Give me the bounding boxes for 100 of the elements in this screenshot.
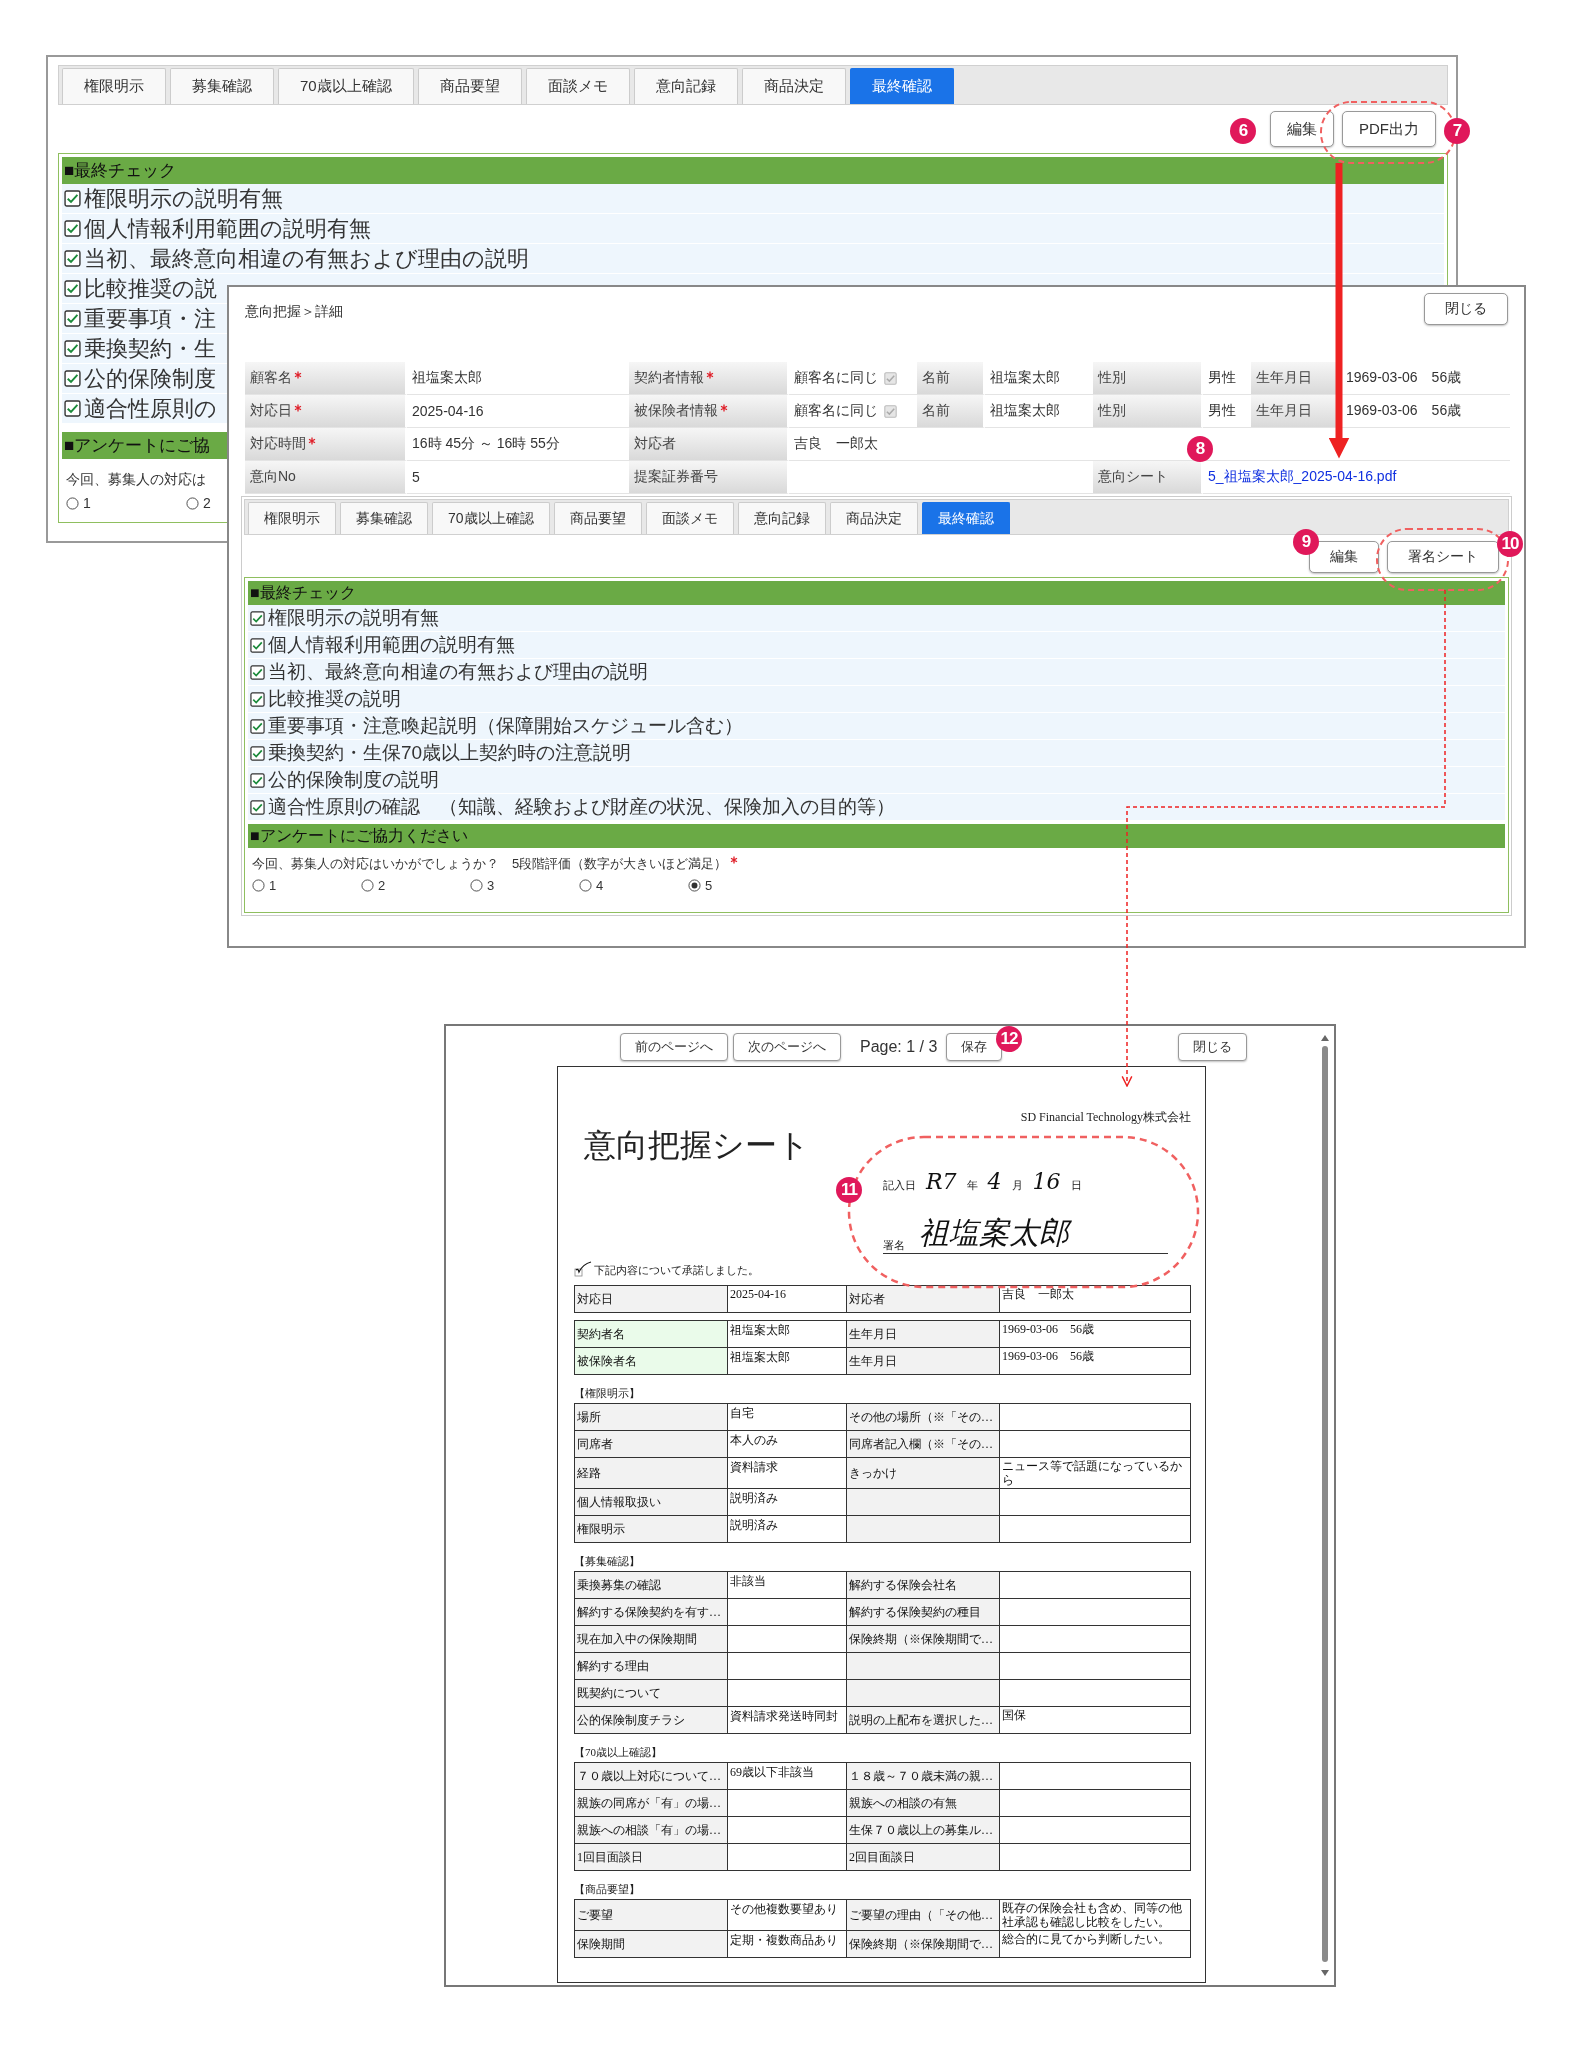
company-name: SD Financial Technology株式会社 xyxy=(1019,1109,1191,1125)
checkbox[interactable] xyxy=(64,220,81,237)
table-label-cell: 対応日 xyxy=(574,1285,728,1313)
close-button[interactable]: 閉じる xyxy=(1424,293,1508,325)
table-cell: 国保 xyxy=(999,1706,1191,1734)
checkbox[interactable] xyxy=(64,310,81,327)
table-cell: 資料請求発送時同封 xyxy=(727,1706,847,1734)
checkbox[interactable] xyxy=(64,370,81,387)
tab[interactable]: 権限明示 xyxy=(62,68,166,104)
required-mark-icon xyxy=(706,371,714,379)
tab[interactable]: 面談メモ xyxy=(645,502,734,534)
checkbox-label: 顧客名に同じ xyxy=(794,369,878,387)
field-label: 名前 xyxy=(922,369,950,387)
section-title: 【権限明示】 xyxy=(574,1386,641,1400)
previous-page-button[interactable]: 前のページへ xyxy=(620,1033,728,1061)
field-label: 性別 xyxy=(1098,369,1126,387)
tab[interactable]: 商品要望 xyxy=(553,502,642,534)
handwritten-month: 4 xyxy=(987,1169,1002,1194)
tab[interactable]: 商品要望 xyxy=(417,68,522,104)
action-button[interactable]: 編集 xyxy=(1270,111,1334,147)
check-item-label: 当初、最終意向相違の有無および理由の説明 xyxy=(84,244,529,273)
table-cell: 総合的に見てから判断したい。 xyxy=(999,1930,1191,1958)
tab[interactable]: 権限明示 xyxy=(248,502,336,534)
tab[interactable]: 最終確認 xyxy=(849,68,954,104)
check-item-label: 重要事項・注意喚起説明（保障開始スケジュール含む） xyxy=(268,714,743,738)
table-label-cell: 説明の上配布を選択した… xyxy=(846,1706,1000,1734)
section-header: ■最終チェック xyxy=(62,157,1444,184)
tab[interactable]: 面談メモ xyxy=(525,68,630,104)
table-cell: ニュース等で話題になっているから xyxy=(999,1457,1191,1489)
tab[interactable]: 募集確認 xyxy=(340,502,428,534)
table-cell: 祖塩案太郎 xyxy=(727,1320,847,1348)
checkbox[interactable] xyxy=(250,799,265,815)
checkbox[interactable] xyxy=(574,1260,594,1278)
table-label-cell: 乗換募集の確認 xyxy=(574,1571,728,1599)
check-item-label: 権限明示の説明有無 xyxy=(268,606,439,630)
table-cell: 非該当 xyxy=(727,1571,847,1599)
section-title: 【70歳以上確認】 xyxy=(574,1745,663,1759)
tab[interactable]: 商品決定 xyxy=(829,502,918,534)
tab[interactable]: 70歳以上確認 xyxy=(432,502,550,534)
tab[interactable]: 最終確認 xyxy=(921,502,1010,534)
radio-button[interactable] xyxy=(470,879,483,892)
radio-button[interactable] xyxy=(361,879,374,892)
field-value: 1969-03-06 56歳 xyxy=(1341,395,1510,428)
check-item-label: 乗換契約・生 xyxy=(84,334,216,363)
document-title: 意向把握シート xyxy=(583,1126,811,1165)
tab[interactable]: 募集確認 xyxy=(170,68,274,104)
required-mark-icon xyxy=(294,404,302,412)
table-cell: 自宅 xyxy=(727,1403,847,1431)
action-button[interactable]: PDF出力 xyxy=(1342,111,1436,147)
table-cell: 資料請求 xyxy=(727,1457,847,1489)
field-label: 意向No xyxy=(250,468,296,486)
table-label-cell: 親族の同席が「有」の場… xyxy=(574,1789,728,1817)
radio-button[interactable] xyxy=(688,879,701,892)
checkbox[interactable] xyxy=(64,280,81,297)
table-label-cell: 1回目面談日 xyxy=(574,1843,728,1871)
tab[interactable]: 70歳以上確認 xyxy=(278,68,414,104)
checkbox[interactable] xyxy=(250,772,265,788)
checkbox[interactable] xyxy=(64,190,81,207)
close-button[interactable]: 閉じる xyxy=(1178,1033,1247,1061)
action-button[interactable]: 署名シート xyxy=(1387,541,1499,573)
radio-button[interactable] xyxy=(252,879,265,892)
table-label-cell: 保険期間 xyxy=(574,1930,728,1958)
table-cell: 吉良 一郎太 xyxy=(999,1285,1191,1313)
checkbox[interactable] xyxy=(250,718,265,734)
handwritten-year: R7 xyxy=(926,1169,957,1194)
checkbox[interactable] xyxy=(250,664,265,680)
table-label-cell: 保険終期（※保険期間で… xyxy=(846,1930,1000,1958)
checkbox[interactable] xyxy=(250,691,265,707)
table-cell: 祖塩案太郎 xyxy=(727,1347,847,1375)
table-label-cell: 現在加入中の保険期間 xyxy=(574,1625,728,1653)
table-label-cell: ご要望の理由（「その他… xyxy=(846,1899,1000,1931)
table-cell: 定期・複数商品あり xyxy=(727,1930,847,1958)
handwritten-day: 16 xyxy=(1032,1169,1061,1194)
next-page-button[interactable]: 次のページへ xyxy=(733,1033,841,1061)
required-mark-icon xyxy=(730,856,739,864)
checkbox[interactable] xyxy=(64,400,81,417)
check-item-label: 適合性原則の確認 （知識、経験および財産の状況、保険加入の目的等） xyxy=(268,795,895,819)
tab[interactable]: 意向記録 xyxy=(737,502,826,534)
table-label-cell: 生年月日 xyxy=(846,1347,1000,1375)
field-label: 生年月日 xyxy=(1256,402,1312,420)
radio-button[interactable] xyxy=(186,496,199,510)
table-label-cell: 既契約について xyxy=(574,1679,728,1707)
checkbox[interactable] xyxy=(250,610,265,626)
checkbox[interactable] xyxy=(250,637,265,653)
file-link[interactable]: 5_祖塩案太郎_2025-04-16.pdf xyxy=(1208,468,1397,486)
field-label: 署名 xyxy=(883,1238,905,1253)
radio-button[interactable] xyxy=(66,496,79,510)
tab[interactable]: 意向記録 xyxy=(633,68,738,104)
radio-button[interactable] xyxy=(579,879,592,892)
checkbox[interactable] xyxy=(884,404,897,418)
checkbox[interactable] xyxy=(250,745,265,761)
check-item-label: 比較推奨の説 xyxy=(84,274,217,303)
checkbox[interactable] xyxy=(64,340,81,357)
table-cell: 説明済み xyxy=(727,1515,847,1543)
checkbox[interactable] xyxy=(64,250,81,267)
check-item-label: 当初、最終意向相違の有無および理由の説明 xyxy=(268,660,648,684)
table-cell: 69歳以下非該当 xyxy=(727,1762,847,1790)
checkbox[interactable] xyxy=(884,371,897,385)
tab[interactable]: 商品決定 xyxy=(741,68,846,104)
table-label-cell: 解約する理由 xyxy=(574,1652,728,1680)
